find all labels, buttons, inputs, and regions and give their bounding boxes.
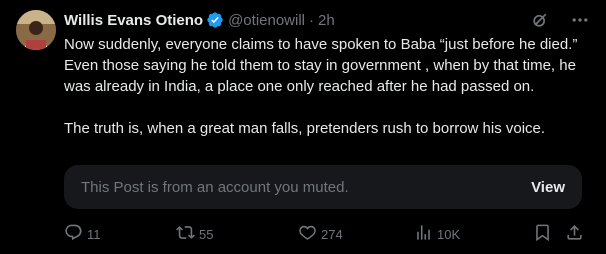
views-icon: [414, 223, 433, 245]
repost-count: 55: [199, 226, 214, 242]
tweet-header: Willis Evans Otieno @otienowill · 2h: [64, 10, 335, 30]
grok-icon[interactable]: [530, 10, 550, 30]
post-paragraph: Now suddenly, everyone claims to have sp…: [64, 36, 578, 53]
action-bar: 11 55 274 10K: [64, 223, 586, 245]
heart-icon: [298, 223, 317, 245]
separator-dot: ·: [309, 11, 315, 29]
avatar[interactable]: [16, 10, 56, 50]
view-button[interactable]: View: [531, 179, 565, 196]
post-time[interactable]: 2h: [318, 12, 335, 29]
views-count: 10K: [437, 226, 461, 242]
like-button[interactable]: 274: [298, 223, 343, 245]
repost-button[interactable]: 55: [176, 223, 213, 245]
verified-badge-icon: [206, 11, 224, 29]
post-paragraph: The truth is, when a great man falls, pr…: [64, 120, 546, 137]
like-count: 274: [321, 226, 343, 242]
muted-notice-text: This Post is from an account you muted.: [81, 178, 349, 196]
post-paragraph: Even those saying he told them to stay i…: [64, 57, 576, 95]
reply-icon: [64, 223, 83, 245]
bookmark-button[interactable]: [533, 223, 552, 245]
reply-button[interactable]: 11: [64, 223, 101, 245]
muted-notice: This Post is from an account you muted. …: [64, 165, 582, 209]
top-actions: [530, 10, 590, 30]
share-icon: [565, 223, 584, 245]
reply-count: 11: [87, 226, 101, 242]
views-button[interactable]: 10K: [414, 223, 460, 245]
author-name[interactable]: Willis Evans Otieno: [64, 12, 203, 29]
share-button[interactable]: [565, 223, 584, 245]
author-handle[interactable]: @otienowill: [228, 12, 305, 29]
post-text: Now suddenly, everyone claims to have sp…: [64, 34, 584, 139]
more-icon[interactable]: [570, 10, 590, 30]
bookmark-icon: [533, 223, 552, 245]
repost-icon: [176, 223, 195, 245]
